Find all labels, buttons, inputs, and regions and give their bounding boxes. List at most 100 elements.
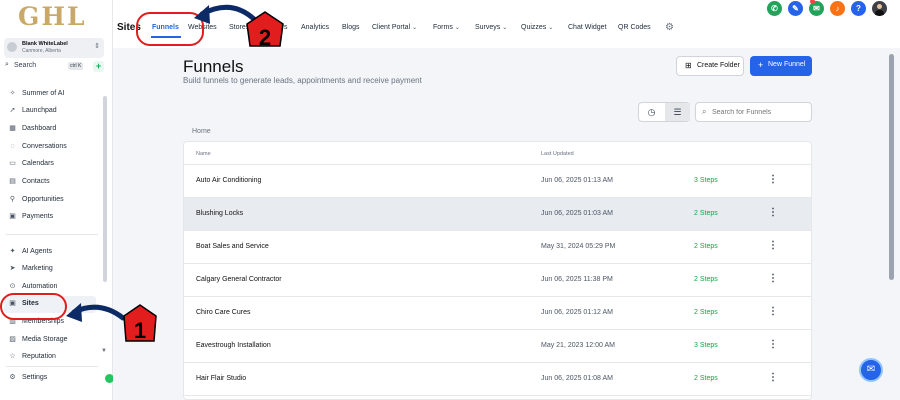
- tab-client-portal[interactable]: Client Portal ⌄: [372, 24, 417, 31]
- funnel-name[interactable]: Boat Sales and Service: [196, 243, 269, 250]
- help-icon[interactable]: ?: [851, 1, 866, 16]
- funnel-updated: Jun 06, 2025 01:12 AM: [541, 309, 613, 316]
- table-row[interactable]: Eavestrough Installation May 21, 2023 12…: [184, 330, 811, 363]
- column-header-name[interactable]: Name: [196, 151, 211, 157]
- sidebar-divider: [6, 366, 98, 367]
- sidebar-item-payments[interactable]: ▣ Payments: [0, 209, 100, 226]
- kebab-menu-icon[interactable]: ⋮: [768, 339, 778, 350]
- sidebar-item-conversations[interactable]: ◌ Conversations: [0, 139, 100, 156]
- payments-icon: ▣: [9, 213, 16, 220]
- new-funnel-button[interactable]: + New Funnel: [750, 56, 812, 76]
- tab-stores[interactable]: Stores: [229, 24, 249, 31]
- sidebar-item-calendars[interactable]: ▭ Calendars: [0, 156, 100, 173]
- create-folder-button[interactable]: ⊞ Create Folder: [676, 56, 744, 76]
- tab-blogs[interactable]: Blogs: [342, 24, 360, 31]
- column-header-last-updated[interactable]: Last Updated: [541, 151, 574, 157]
- sidebar-item-media-storage[interactable]: ▨ Media Storage: [0, 332, 100, 349]
- tab-label: Chat Widget: [568, 24, 607, 31]
- annotation-number: 2: [258, 25, 272, 50]
- gear-icon[interactable]: ⚙: [665, 22, 674, 33]
- account-switcher[interactable]: Blank WhiteLabel Canmore, Alberta ⇕: [4, 38, 104, 58]
- tab-quizzes[interactable]: Quizzes ⌄: [521, 24, 553, 31]
- kebab-menu-icon[interactable]: ⋮: [768, 372, 778, 383]
- kebab-menu-icon[interactable]: ⋮: [768, 273, 778, 284]
- table-header: Name Last Updated: [184, 142, 811, 165]
- breadcrumb[interactable]: Home: [192, 128, 211, 135]
- sidebar-item-launchpad[interactable]: ➚ Launchpad: [0, 103, 100, 120]
- folder-plus-icon: ⊞: [685, 61, 692, 70]
- chat-widget-icon[interactable]: ✉: [859, 358, 883, 382]
- tab-chat-widget[interactable]: Chat Widget: [568, 24, 607, 31]
- funnel-steps: 2 Steps: [694, 309, 718, 316]
- sidebar-search[interactable]: ⌕ Search ctrl K: [4, 60, 90, 73]
- funnel-name[interactable]: Hair Flair Studio: [196, 375, 246, 382]
- sidebar-item-label: Payments: [22, 213, 54, 220]
- table-row[interactable]: Blushing Locks Jun 06, 2025 01:03 AM 2 S…: [184, 198, 811, 231]
- table-row[interactable]: Auto Air Conditioning Jun 06, 2025 01:13…: [184, 165, 811, 198]
- phone-icon[interactable]: ✆: [767, 1, 782, 16]
- kebab-menu-icon[interactable]: ⋮: [768, 207, 778, 218]
- chevron-down-icon: ⌄: [454, 25, 460, 31]
- search-funnels-input[interactable]: [712, 106, 807, 118]
- funnel-name[interactable]: Auto Air Conditioning: [196, 177, 261, 184]
- funnel-steps: 2 Steps: [694, 210, 718, 217]
- funnel-steps: 2 Steps: [694, 243, 718, 250]
- tab-forms[interactable]: Forms ⌄: [433, 24, 460, 31]
- sidebar-item-settings[interactable]: ⚙ Settings: [0, 370, 100, 387]
- funnel-name[interactable]: Blushing Locks: [196, 210, 243, 217]
- megaphone-icon[interactable]: ✎: [788, 1, 803, 16]
- tab-label: Surveys: [475, 24, 501, 31]
- sidebar-item-label: Opportunities: [22, 196, 64, 203]
- funnel-name[interactable]: Chiro Care Cures: [196, 309, 250, 316]
- sidebar-item-summer-of-ai[interactable]: ✧ Summer of AI: [0, 86, 100, 103]
- table-row[interactable]: Hair Flair Studio Jun 06, 2025 01:08 AM …: [184, 363, 811, 396]
- sidebar-search-label: Search: [14, 62, 37, 69]
- sidebar-item-reputation[interactable]: ☆ Reputation: [0, 349, 100, 366]
- sidebar-item-label: Calendars: [22, 160, 54, 167]
- grid-icon: ▦: [9, 125, 16, 132]
- chevron-down-icon: ⌄: [502, 25, 508, 31]
- annotation-badge-1: 1: [126, 308, 154, 343]
- recent-view-icon[interactable]: ◷: [639, 103, 664, 121]
- table-row[interactable]: Boat Sales and Service May 31, 2024 05:2…: [184, 231, 811, 264]
- bell-icon[interactable]: ♪: [830, 1, 845, 16]
- page-title: Funnels: [183, 57, 244, 76]
- table-row[interactable]: Chiro Care Cures Jun 06, 2025 01:12 AM 2…: [184, 297, 811, 330]
- user-avatar[interactable]: [872, 1, 887, 16]
- sidebar-item-label: Conversations: [22, 143, 67, 150]
- sidebar-item-label: Launchpad: [22, 107, 57, 114]
- tab-surveys[interactable]: Surveys ⌄: [475, 24, 507, 31]
- sidebar-item-marketing[interactable]: ➤ Marketing: [0, 261, 100, 278]
- tab-label: Quizzes: [521, 24, 547, 31]
- sidebar-scrollbar[interactable]: [103, 96, 107, 282]
- calendar-icon: ▭: [9, 160, 16, 167]
- funnel-updated: May 31, 2024 05:29 PM: [541, 243, 616, 250]
- tab-label: Analytics: [301, 24, 330, 31]
- kebab-menu-icon[interactable]: ⋮: [768, 240, 778, 251]
- funnel-updated: Jun 06, 2025 11:38 PM: [541, 276, 613, 283]
- funnel-updated: Jun 06, 2025 01:13 AM: [541, 177, 613, 184]
- kebab-menu-icon[interactable]: ⋮: [768, 306, 778, 317]
- kebab-menu-icon[interactable]: ⋮: [768, 174, 778, 185]
- scroll-down-icon[interactable]: ▼: [101, 348, 107, 354]
- sidebar-item-label: Marketing: [22, 265, 53, 272]
- scrollbar-thumb[interactable]: [889, 54, 894, 280]
- funnel-name[interactable]: Eavestrough Installation: [196, 342, 271, 349]
- gear-icon: ⚙: [9, 374, 16, 381]
- annotation-ring-sites: [0, 293, 67, 320]
- tab-analytics[interactable]: Analytics: [301, 24, 329, 31]
- funnel-updated: Jun 06, 2025 01:03 AM: [541, 210, 613, 217]
- brand-logo[interactable]: GHL: [18, 2, 87, 31]
- sidebar-item-dashboard[interactable]: ▦ Dashboard: [0, 121, 100, 138]
- main-scrollbar[interactable]: [886, 48, 900, 400]
- search-icon: ⌕: [5, 61, 9, 68]
- tab-qr-codes[interactable]: QR Codes: [618, 24, 651, 31]
- sidebar-item-ai-agents[interactable]: ✦ AI Agents: [0, 244, 100, 261]
- quick-add-button[interactable]: +: [93, 61, 104, 72]
- sidebar-item-contacts[interactable]: ▤ Contacts: [0, 174, 100, 191]
- sidebar-item-opportunities[interactable]: ⚲ Opportunities: [0, 192, 100, 209]
- funnel-name[interactable]: Calgary General Contractor: [196, 276, 282, 283]
- list-view-icon[interactable]: ☰: [665, 103, 690, 121]
- avatar-head: [877, 4, 882, 9]
- table-row[interactable]: Calgary General Contractor Jun 06, 2025 …: [184, 264, 811, 297]
